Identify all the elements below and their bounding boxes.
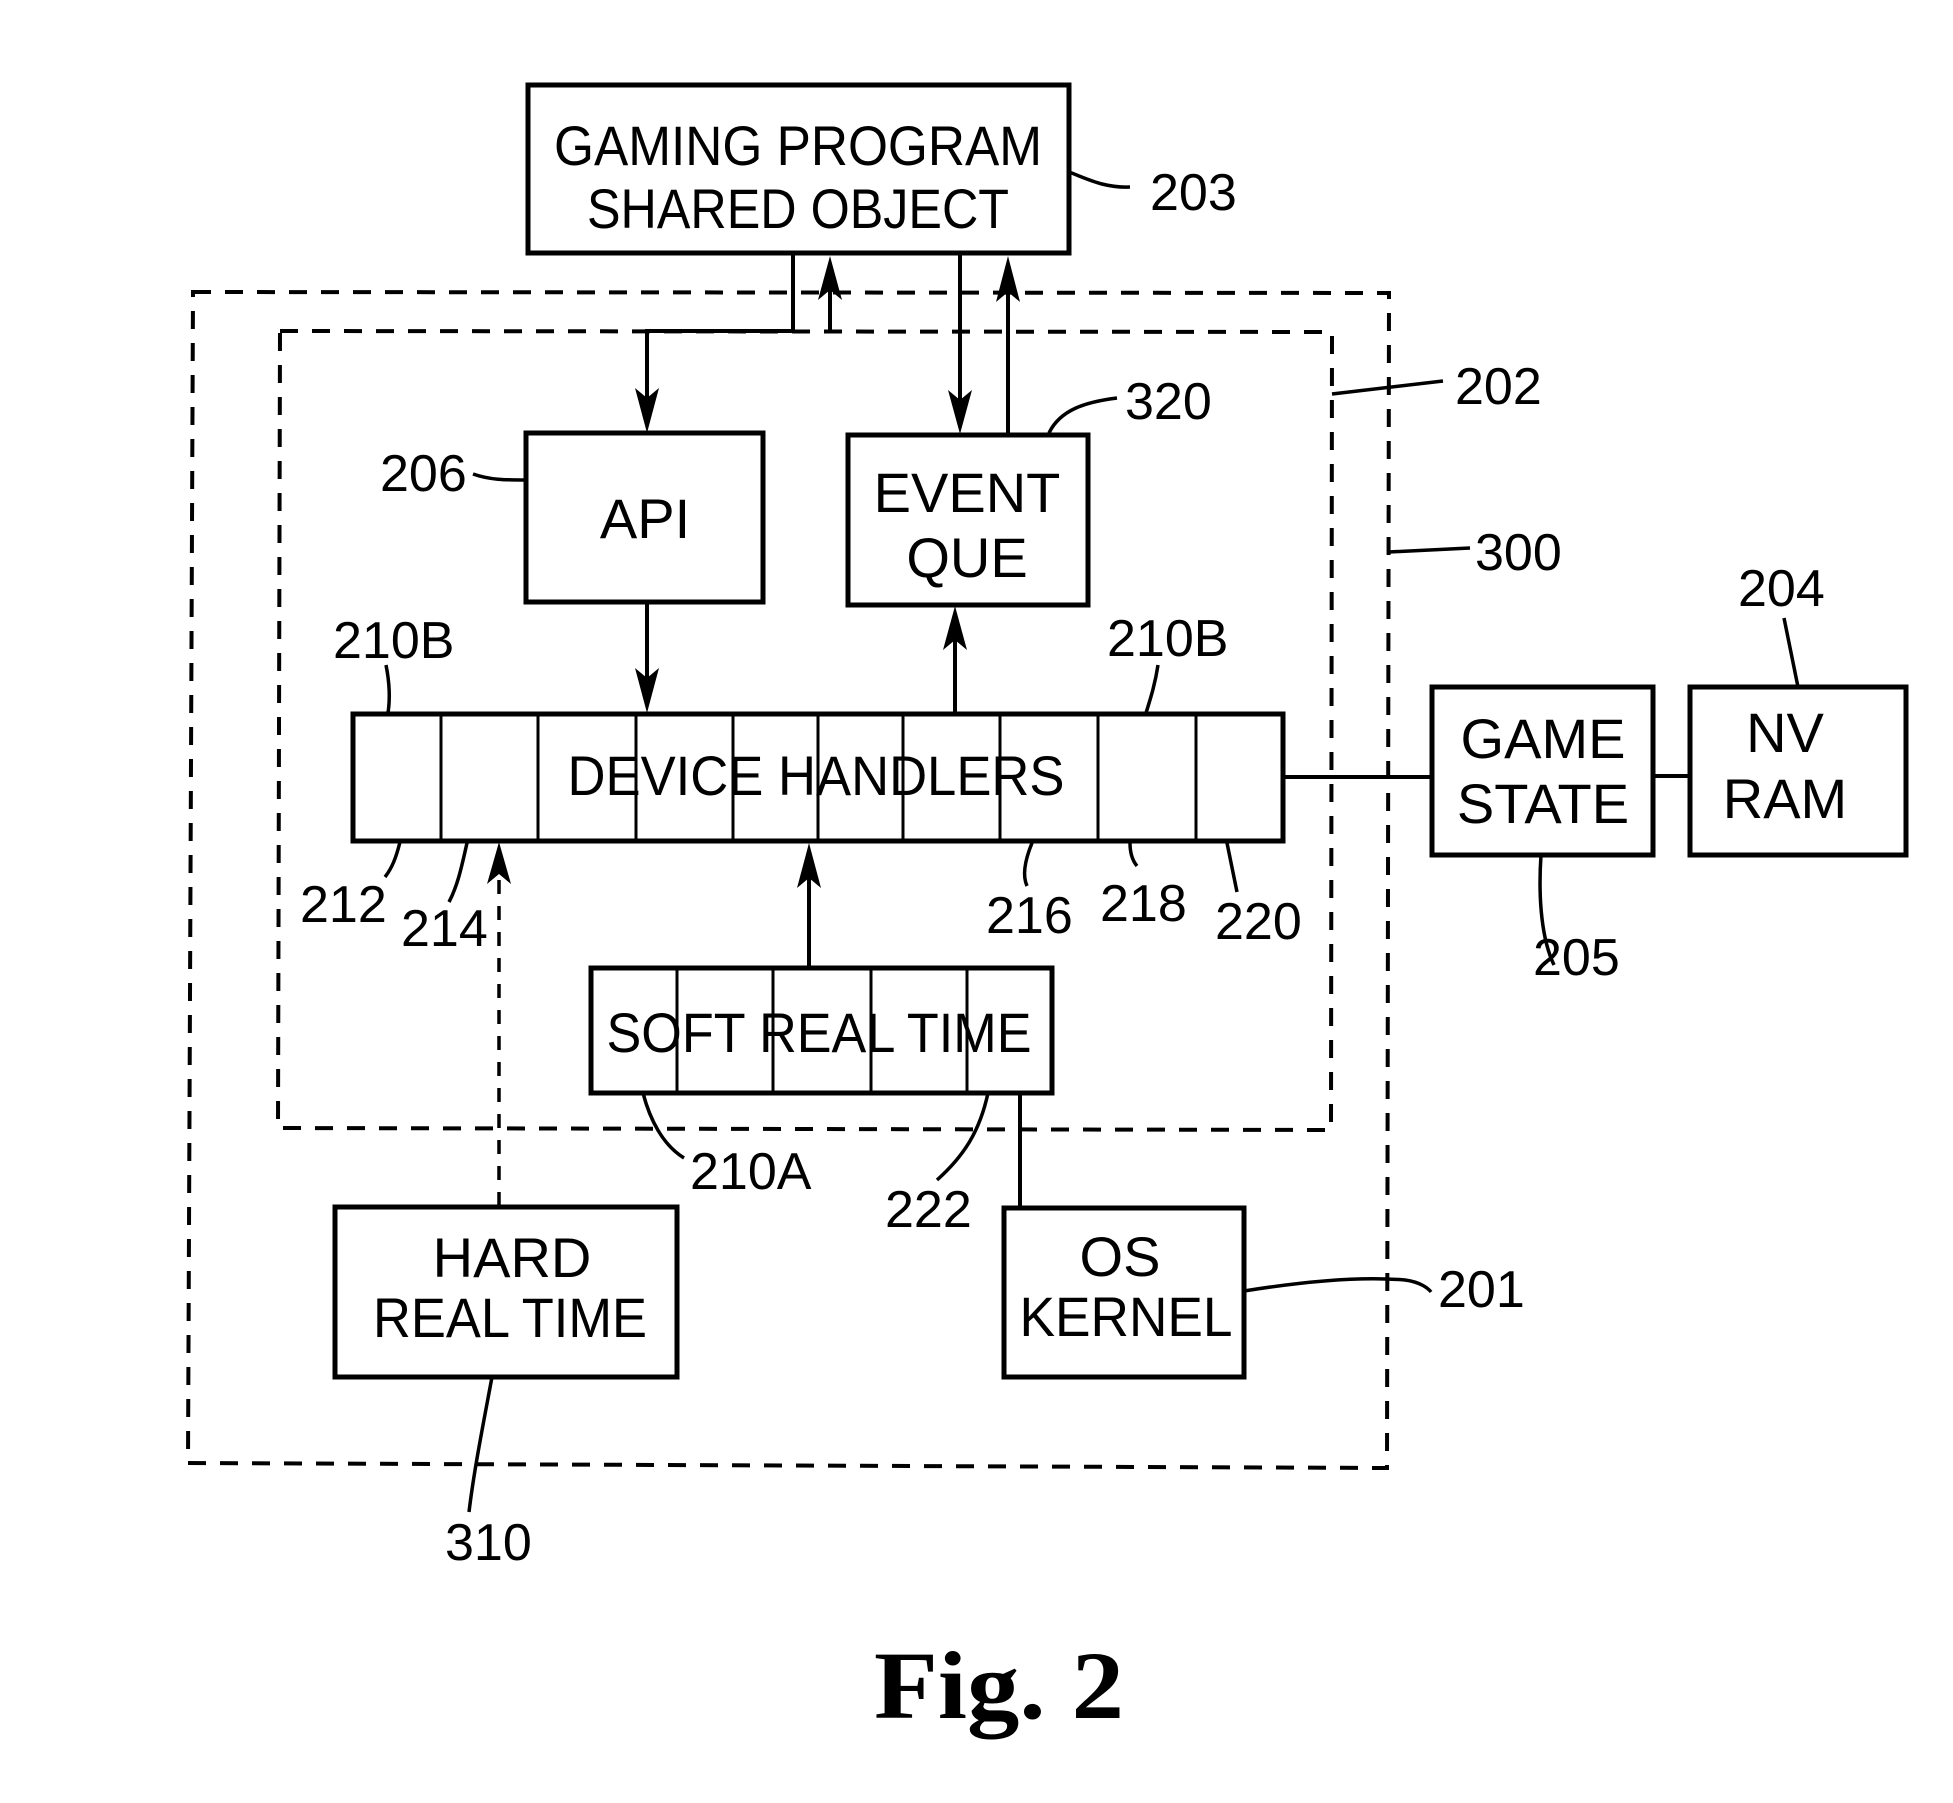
leader-212 <box>383 841 402 879</box>
ref-203: 203 <box>1150 164 1237 222</box>
gaming-program-line1: GAMING PROGRAM <box>554 114 1042 177</box>
leader-203 <box>1068 170 1131 189</box>
nv-ram-line1: NV <box>1746 701 1824 764</box>
ref-220: 220 <box>1215 893 1302 951</box>
gp-to-api-connector <box>645 253 795 420</box>
api-label: API <box>600 487 690 550</box>
leader-222 <box>935 1092 990 1182</box>
leader-210b-left <box>384 664 392 714</box>
leader-310 <box>467 1376 494 1513</box>
os-kernel-line2: KERNEL <box>1020 1285 1233 1348</box>
leader-201 <box>1243 1276 1433 1294</box>
figure-caption: Fig. 2 <box>874 1632 1124 1739</box>
os-kernel-line1: OS <box>1080 1225 1161 1288</box>
leader-206 <box>472 472 527 482</box>
ref-218: 218 <box>1100 875 1187 933</box>
event-que-line2: QUE <box>906 526 1027 589</box>
ref-222: 222 <box>885 1181 972 1239</box>
ref-300: 300 <box>1475 524 1562 582</box>
ref-310: 310 <box>445 1514 532 1572</box>
ref-210b-right: 210B <box>1107 610 1228 668</box>
ref-210b-left: 210B <box>333 612 454 670</box>
leader-216 <box>1022 842 1034 887</box>
hard-real-time-line1: HARD <box>433 1226 592 1289</box>
ref-214: 214 <box>401 900 488 958</box>
ref-204: 204 <box>1738 560 1825 618</box>
ref-206: 206 <box>380 445 467 503</box>
dh-dashed-arrowhead-icon <box>487 842 511 884</box>
ref-216: 216 <box>986 887 1073 945</box>
leader-300 <box>1388 546 1471 554</box>
leader-320 <box>1047 396 1118 434</box>
event-que-line1: EVENT <box>874 461 1061 524</box>
ref-202: 202 <box>1455 358 1542 416</box>
ref-205: 205 <box>1533 929 1620 987</box>
leader-204 <box>1782 617 1800 688</box>
game-state-line2: STATE <box>1457 772 1629 835</box>
leader-210a <box>641 1092 685 1160</box>
leader-210b-right <box>1144 664 1160 714</box>
leader-218 <box>1128 842 1139 868</box>
gaming-program-line2: SHARED OBJECT <box>587 177 1009 240</box>
leader-214 <box>447 842 469 903</box>
patent-figure: GAMING PROGRAM SHARED OBJECT API EVENT Q… <box>185 82 1909 1739</box>
leader-220 <box>1225 842 1239 893</box>
ref-212: 212 <box>300 876 387 934</box>
ref-201: 201 <box>1438 1261 1525 1319</box>
game-state-line1: GAME <box>1461 707 1626 770</box>
ref-210a: 210A <box>690 1143 812 1201</box>
device-handlers-label: DEVICE HANDLERS <box>568 744 1065 807</box>
soft-real-time-label: SOFT REAL TIME <box>607 1001 1032 1064</box>
ref-320: 320 <box>1125 373 1212 431</box>
hard-real-time-line2: REAL TIME <box>373 1286 647 1349</box>
nv-ram-line2: RAM <box>1723 767 1847 830</box>
